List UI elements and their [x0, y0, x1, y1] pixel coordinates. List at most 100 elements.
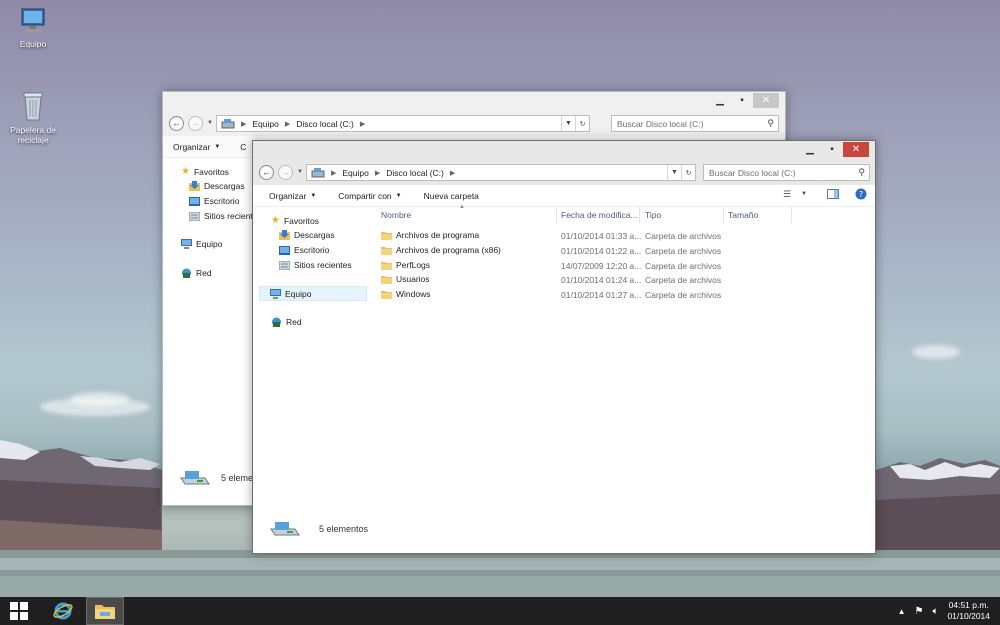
- address-dropdown-icon[interactable]: ▼: [667, 165, 681, 180]
- preview-pane-icon[interactable]: [827, 189, 839, 199]
- column-divider[interactable]: [639, 207, 640, 223]
- address-row: ← → ▼ ▶ Equipo ▶ Disco local (C:) ▶ ▼ ↻ …: [163, 111, 785, 136]
- maximize-button[interactable]: ▪: [821, 142, 843, 157]
- column-header-name[interactable]: Nombre: [381, 210, 411, 220]
- view-options-icon[interactable]: ☰: [783, 189, 791, 200]
- taskbar-file-explorer[interactable]: [86, 597, 124, 625]
- table-row[interactable]: Archivos de programa 01/10/2014 01:33 a.…: [371, 229, 875, 243]
- table-row[interactable]: Windows 01/10/2014 01:27 a... Carpeta de…: [371, 288, 875, 302]
- column-headers: Nombre ▲ Fecha de modifica... Tipo Tamañ…: [371, 204, 875, 223]
- nav-downloads[interactable]: Descargas: [189, 181, 245, 191]
- close-button[interactable]: ✕: [843, 142, 869, 157]
- cloud: [912, 345, 960, 359]
- table-row[interactable]: Usuarios 01/10/2014 01:24 a... Carpeta d…: [371, 273, 875, 287]
- desktop-icon-computer[interactable]: Equipo: [0, 6, 66, 49]
- status-bar: 5 elementos: [269, 519, 368, 539]
- address-bar[interactable]: ▶ Equipo ▶ Disco local (C:) ▶ ▼ ↻: [216, 115, 590, 132]
- search-icon[interactable]: ⚲: [858, 167, 865, 178]
- nav-downloads[interactable]: Descargas: [279, 230, 335, 240]
- column-divider[interactable]: [723, 207, 724, 223]
- desktop-icon-label: Equipo: [19, 39, 47, 49]
- address-dropdown-icon[interactable]: ▼: [561, 116, 575, 131]
- volume-icon[interactable]: 🔈︎: [932, 606, 938, 617]
- desktop-icon-recycle-bin[interactable]: Papelera de reciclaje: [0, 90, 66, 145]
- breadcrumb-equipo[interactable]: Equipo: [342, 168, 368, 178]
- forward-button[interactable]: →: [188, 116, 203, 131]
- title-bar[interactable]: ▁ ▪ ✕: [253, 141, 875, 160]
- nav-label: Red: [286, 317, 302, 327]
- search-input[interactable]: Buscar Disco local (C:) ⚲: [611, 115, 779, 132]
- nav-computer[interactable]: Equipo: [181, 239, 222, 249]
- nav-recent[interactable]: Sitios recientes: [279, 260, 352, 270]
- nav-desktop[interactable]: Escritorio: [189, 196, 239, 206]
- nav-label: Escritorio: [204, 196, 240, 206]
- column-divider[interactable]: [556, 207, 557, 223]
- chevron-down-icon[interactable]: ▼: [801, 191, 807, 197]
- organize-button[interactable]: Organizar ▼: [163, 142, 230, 152]
- breadcrumb-equipo[interactable]: Equipo: [252, 119, 278, 129]
- computer-icon: [21, 8, 45, 32]
- item-count: 5 elementos: [319, 524, 369, 534]
- help-icon[interactable]: ?: [855, 188, 867, 200]
- minimize-button[interactable]: ▁: [799, 142, 821, 157]
- internet-explorer-icon: [53, 602, 73, 620]
- back-button[interactable]: ←: [259, 165, 274, 180]
- action-center-icon[interactable]: ⚑: [914, 606, 923, 617]
- computer-icon: [181, 239, 192, 249]
- nav-recent[interactable]: Sitios recientes: [189, 211, 262, 221]
- forward-button[interactable]: →: [278, 165, 293, 180]
- new-folder-button[interactable]: Nueva carpeta: [412, 191, 489, 201]
- row-type: Carpeta de archivos: [645, 290, 722, 300]
- recent-locations-icon[interactable]: ▼: [297, 169, 303, 175]
- folder-icon: [381, 261, 392, 270]
- close-button[interactable]: ✕: [753, 93, 779, 108]
- row-name: Archivos de programa (x86): [396, 245, 501, 255]
- refresh-icon[interactable]: ↻: [575, 116, 589, 131]
- chevron-down-icon: ▼: [395, 192, 402, 199]
- taskbar: ▲ ⚑ 🔈︎ 04:51 p.m. 01/10/2014: [0, 597, 1000, 625]
- table-row[interactable]: PerfLogs 14/07/2009 12:20 a... Carpeta d…: [371, 259, 875, 273]
- start-button[interactable]: [0, 597, 38, 625]
- table-row[interactable]: Archivos de programa (x86) 01/10/2014 01…: [371, 244, 875, 258]
- explorer-window-active[interactable]: ▁ ▪ ✕ ← → ▼ ▶ Equipo ▶ Disco local (C:) …: [252, 140, 876, 554]
- recent-places-icon: [279, 260, 290, 270]
- breadcrumb-drive[interactable]: Disco local (C:): [386, 168, 444, 178]
- nav-label: Favoritos: [193, 166, 229, 177]
- nav-network[interactable]: Red: [181, 268, 212, 278]
- show-hidden-icons-icon[interactable]: ▲: [898, 607, 906, 616]
- organize-button[interactable]: Organizar ▼: [253, 191, 326, 201]
- share-button[interactable]: Compartir con ▼: [326, 191, 411, 201]
- column-header-type[interactable]: Tipo: [645, 210, 661, 220]
- nav-favorites[interactable]: ★ Favoritos: [181, 166, 229, 177]
- column-header-size[interactable]: Tamaño: [728, 210, 758, 220]
- row-type: Carpeta de archivos: [645, 261, 722, 271]
- search-placeholder: Buscar Disco local (C:): [709, 167, 796, 178]
- column-header-date[interactable]: Fecha de modifica...: [561, 210, 638, 220]
- nav-computer[interactable]: Equipo: [259, 286, 367, 301]
- search-icon[interactable]: ⚲: [767, 118, 774, 129]
- breadcrumb-drive[interactable]: Disco local (C:): [296, 119, 354, 129]
- nav-network[interactable]: Red: [271, 317, 302, 327]
- back-button[interactable]: ←: [169, 116, 184, 131]
- maximize-button[interactable]: ▪: [731, 93, 753, 108]
- nav-label: Escritorio: [294, 245, 330, 255]
- clock[interactable]: 04:51 p.m. 01/10/2014: [947, 600, 990, 622]
- sort-ascending-icon: ▲: [459, 204, 465, 210]
- desktop-icon-label: Papelera de reciclaje: [10, 125, 56, 145]
- search-input[interactable]: Buscar Disco local (C:) ⚲: [703, 164, 870, 181]
- file-list: Nombre ▲ Fecha de modifica... Tipo Tamañ…: [371, 204, 875, 553]
- minimize-button[interactable]: ▁: [709, 93, 731, 108]
- title-bar[interactable]: ▁ ▪ ✕: [163, 92, 785, 111]
- refresh-icon[interactable]: ↻: [681, 165, 695, 180]
- address-bar[interactable]: ▶ Equipo ▶ Disco local (C:) ▶ ▼ ↻: [306, 164, 696, 181]
- share-label: Compartir con: [338, 190, 392, 201]
- taskbar-internet-explorer[interactable]: [44, 597, 82, 625]
- recent-locations-icon[interactable]: ▼: [207, 120, 213, 126]
- windows-logo-icon: [10, 602, 28, 620]
- nav-desktop[interactable]: Escritorio: [279, 245, 329, 255]
- new-folder-label: Nueva carpeta: [423, 190, 479, 201]
- row-name: Usuarios: [396, 274, 430, 284]
- column-divider[interactable]: [791, 207, 792, 223]
- row-date: 01/10/2014 01:27 a...: [561, 290, 642, 300]
- nav-favorites[interactable]: ★ Favoritos: [271, 215, 319, 226]
